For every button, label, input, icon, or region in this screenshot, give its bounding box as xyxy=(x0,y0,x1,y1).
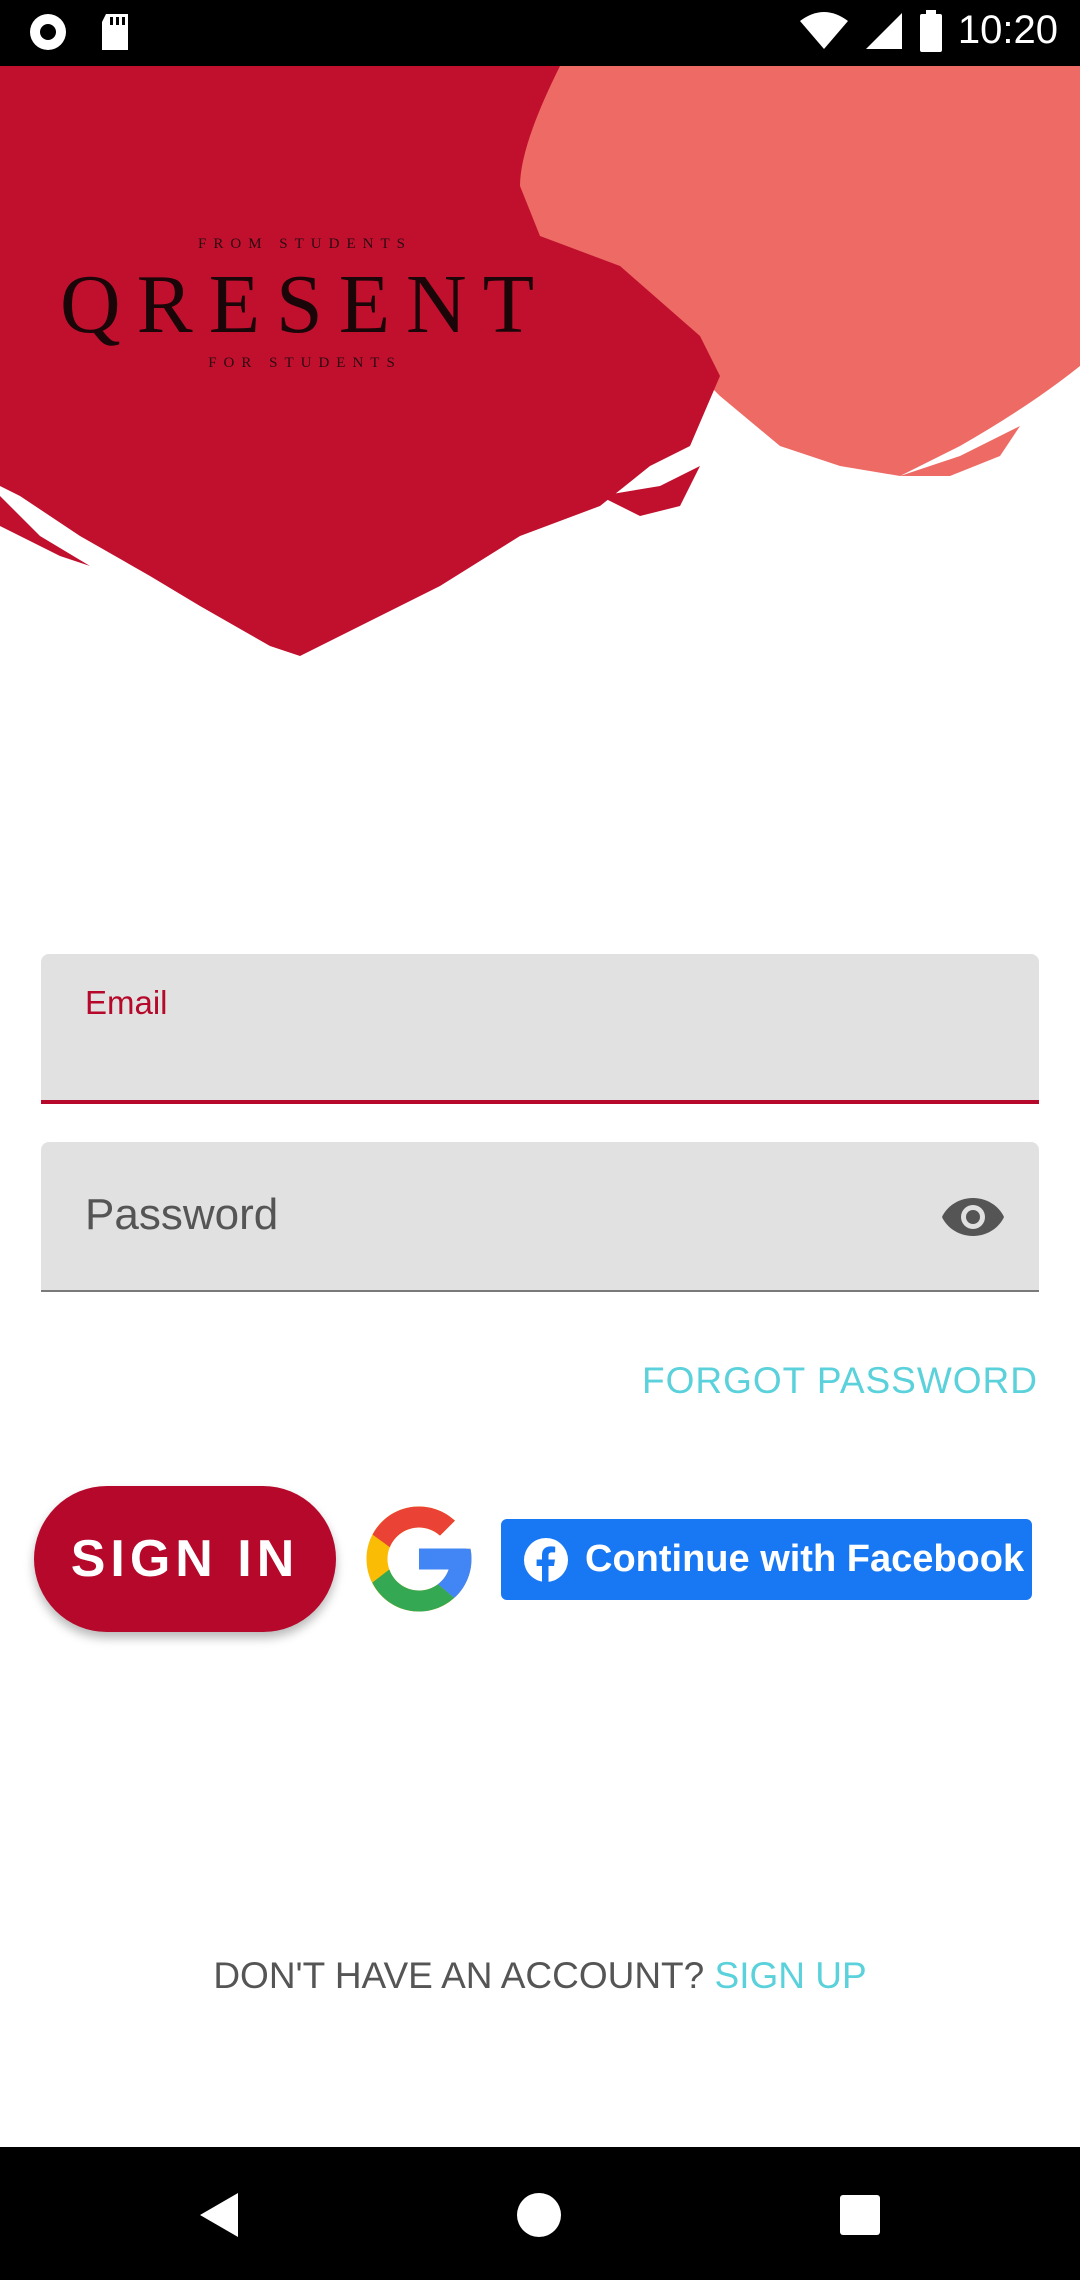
password-placeholder: Password xyxy=(85,1190,279,1239)
facebook-sign-in-button[interactable]: Continue with Facebook xyxy=(501,1519,1032,1600)
eye-icon[interactable] xyxy=(941,1192,1005,1242)
sign-up-prompt: DON'T HAVE AN ACCOUNT? SIGN UP xyxy=(0,1955,1080,1997)
email-label: Email xyxy=(85,984,168,1021)
logo-tagline-bottom: FOR STUDENTS xyxy=(208,355,402,371)
status-bar: 10:20 xyxy=(0,0,1080,66)
sign-up-question: DON'T HAVE AN ACCOUNT? xyxy=(213,1955,705,1996)
wifi-icon xyxy=(799,11,848,49)
facebook-icon xyxy=(524,1537,568,1583)
logo-tagline-top: FROM STUDENTS xyxy=(198,236,412,252)
cell-signal-icon xyxy=(865,12,902,49)
password-field[interactable]: Password xyxy=(41,1142,1039,1292)
app-logo: FROM STUDENTS QRESENT FOR STUDENTS xyxy=(0,236,610,372)
logo-wordmark: QRESENT xyxy=(60,258,550,351)
facebook-button-label: Continue with Facebook xyxy=(585,1538,1025,1580)
google-sign-in-button[interactable] xyxy=(356,1496,482,1622)
email-field[interactable]: Email xyxy=(41,954,1039,1104)
paint-strokes xyxy=(0,66,1080,656)
back-icon[interactable] xyxy=(190,2185,250,2245)
home-icon[interactable] xyxy=(509,2185,569,2245)
sign-up-link[interactable]: SIGN UP xyxy=(715,1955,867,1996)
record-icon xyxy=(30,14,66,50)
recents-icon[interactable] xyxy=(830,2185,890,2245)
battery-icon xyxy=(919,9,942,52)
header-artwork: FROM STUDENTS QRESENT FOR STUDENTS xyxy=(0,66,1080,686)
navigation-bar xyxy=(0,2147,1080,2280)
forgot-password-link[interactable]: FORGOT PASSWORD xyxy=(642,1360,1038,1402)
sd-card-icon xyxy=(102,14,128,50)
sign-in-button[interactable]: SIGN IN xyxy=(34,1486,336,1632)
email-input[interactable] xyxy=(85,1026,965,1086)
clock: 10:20 xyxy=(957,8,1058,52)
